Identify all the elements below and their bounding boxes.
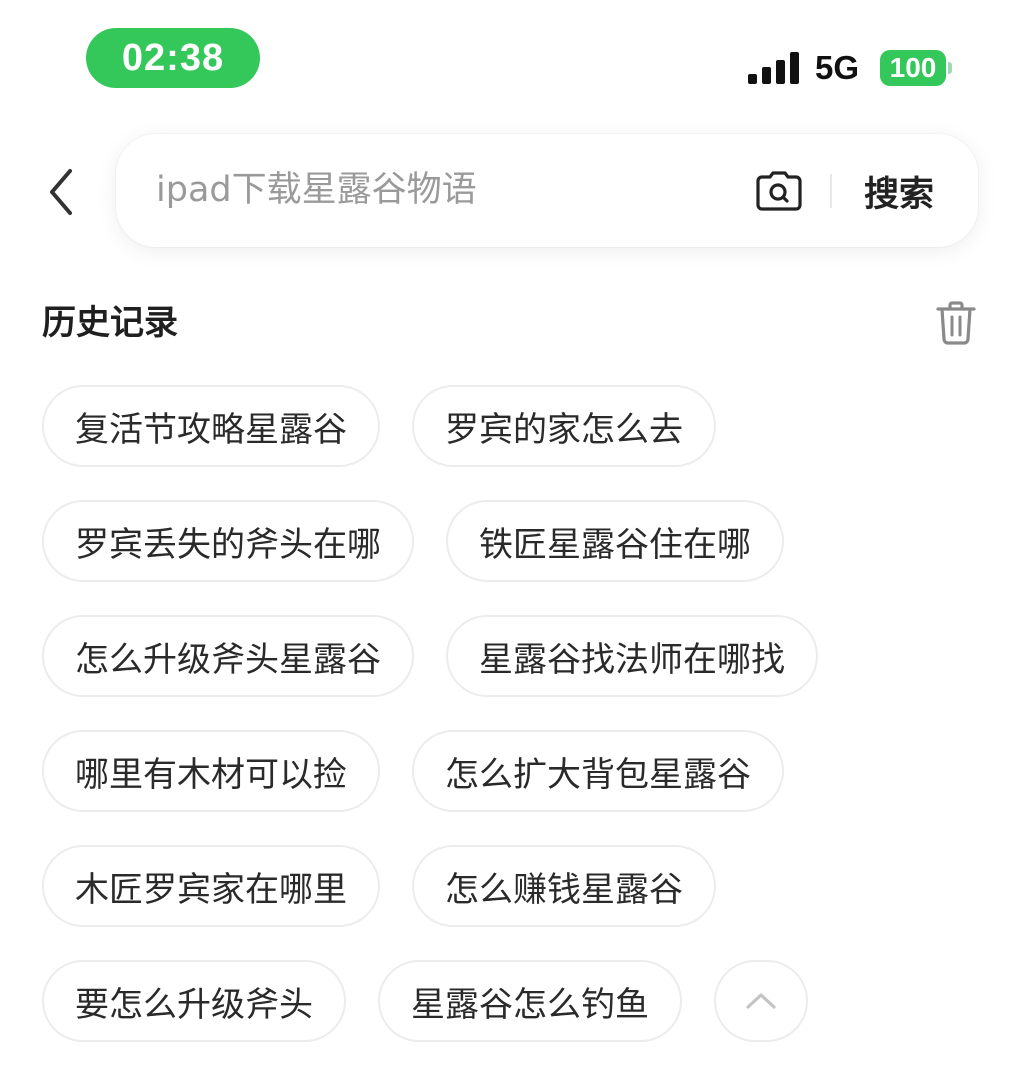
search-input[interactable] <box>156 156 736 224</box>
camera-search-button[interactable] <box>754 168 804 214</box>
history-chip[interactable]: 星露谷找法师在哪找 <box>446 615 818 697</box>
history-chip[interactable]: 要怎么升级斧头 <box>42 960 346 1042</box>
history-chip[interactable]: 复活节攻略星露谷 <box>42 385 380 467</box>
battery-icon: 100 <box>880 50 946 86</box>
search-divider <box>830 174 832 208</box>
chevron-up-icon <box>746 993 776 1009</box>
history-chip[interactable]: 罗宾的家怎么去 <box>412 385 716 467</box>
history-chip[interactable]: 铁匠星露谷住在哪 <box>446 500 784 582</box>
history-list: 复活节攻略星露谷 罗宾的家怎么去 罗宾丢失的斧头在哪 铁匠星露谷住在哪 怎么升级… <box>42 385 992 1042</box>
history-chip[interactable]: 怎么扩大背包星露谷 <box>412 730 784 812</box>
trash-icon <box>936 301 976 345</box>
clear-history-button[interactable] <box>932 298 980 348</box>
battery-tip <box>948 62 952 74</box>
status-bar: 02:38 5G 100 <box>0 0 1022 110</box>
chevron-left-icon <box>50 169 72 215</box>
history-chip[interactable]: 怎么升级斧头星露谷 <box>42 615 414 697</box>
search-button[interactable]: 搜索 <box>854 160 944 222</box>
camera-search-icon <box>756 171 802 211</box>
history-chip[interactable]: 木匠罗宾家在哪里 <box>42 845 380 927</box>
history-chip[interactable]: 怎么赚钱星露谷 <box>412 845 716 927</box>
back-button[interactable] <box>36 160 86 224</box>
collapse-history-button[interactable] <box>714 960 808 1042</box>
history-chip[interactable]: 哪里有木材可以捡 <box>42 730 380 812</box>
history-chip[interactable]: 星露谷怎么钓鱼 <box>378 960 682 1042</box>
status-time: 02:38 <box>86 28 260 88</box>
signal-bars-icon <box>748 52 799 84</box>
search-bar: 搜索 <box>116 134 978 247</box>
history-chip[interactable]: 罗宾丢失的斧头在哪 <box>42 500 414 582</box>
battery-level: 100 <box>889 52 937 83</box>
history-title: 历史记录 <box>42 303 178 343</box>
network-type: 5G <box>815 49 860 86</box>
